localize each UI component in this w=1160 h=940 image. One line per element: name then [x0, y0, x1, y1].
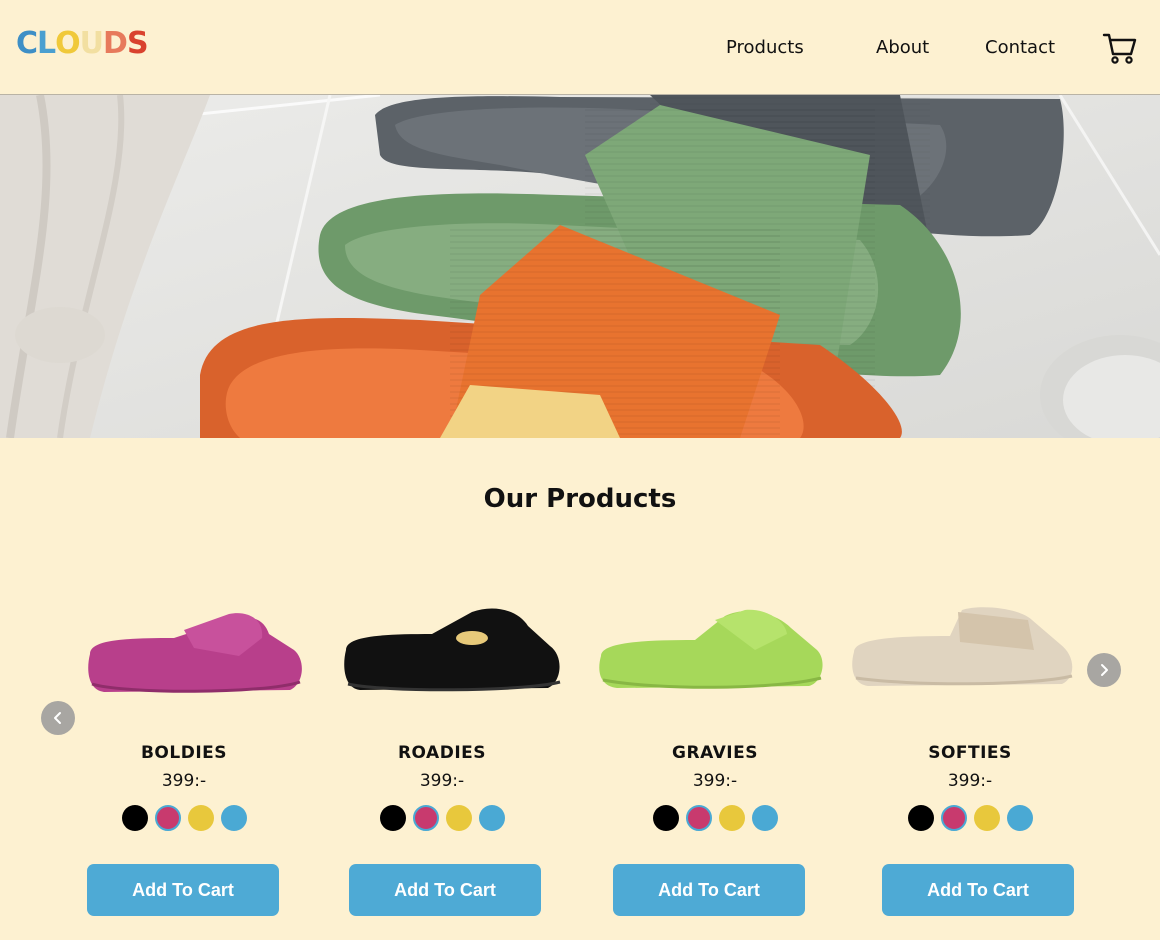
product-card: BOLDIES 399:- Add To Cart [64, 590, 304, 920]
swatch-black[interactable] [907, 805, 934, 831]
product-name: BOLDIES [140, 743, 228, 763]
product-name: ROADIES [397, 743, 487, 763]
swatch-blue[interactable] [478, 805, 505, 831]
color-swatches [595, 805, 835, 831]
logo-letter: U [79, 26, 104, 61]
swatch-pink[interactable] [940, 805, 967, 831]
logo-letter: L [37, 26, 56, 61]
product-price: 399:- [161, 771, 207, 791]
product-image-slide[interactable] [595, 590, 835, 710]
nav-products[interactable]: Products [726, 37, 804, 58]
swatch-blue[interactable] [751, 805, 778, 831]
add-to-cart-button[interactable]: Add To Cart [87, 864, 279, 916]
swatch-blue[interactable] [220, 805, 247, 831]
carousel-next-button[interactable] [1087, 653, 1121, 687]
site-header: CLOUDS Products About Contact [0, 0, 1160, 94]
swatch-yellow[interactable] [718, 805, 745, 831]
logo[interactable]: CLOUDS [16, 26, 149, 61]
swatch-black[interactable] [652, 805, 679, 831]
swatch-yellow[interactable] [445, 805, 472, 831]
add-to-cart-button[interactable]: Add To Cart [882, 864, 1074, 916]
color-swatches [64, 805, 304, 831]
nav-contact[interactable]: Contact [985, 37, 1055, 58]
logo-letter: O [55, 26, 80, 61]
swatch-black[interactable] [379, 805, 406, 831]
logo-letter: C [16, 26, 38, 61]
section-title: Our Products [483, 484, 677, 514]
swatch-black[interactable] [121, 805, 148, 831]
add-to-cart-button[interactable]: Add To Cart [613, 864, 805, 916]
cart-icon[interactable] [1102, 30, 1138, 66]
product-image-slide[interactable] [322, 590, 562, 710]
product-card: GRAVIES 399:- Add To Cart [595, 590, 835, 920]
product-image-slide[interactable] [850, 590, 1090, 710]
product-card: ROADIES 399:- Add To Cart [322, 590, 562, 920]
nav-about[interactable]: About [876, 37, 929, 58]
swatch-pink[interactable] [412, 805, 439, 831]
logo-letter: D [103, 26, 128, 61]
swatch-yellow[interactable] [187, 805, 214, 831]
product-price: 399:- [692, 771, 738, 791]
product-price: 399:- [419, 771, 465, 791]
add-to-cart-button[interactable]: Add To Cart [349, 864, 541, 916]
chevron-right-icon [1101, 664, 1108, 676]
product-name: GRAVIES [672, 743, 758, 763]
product-name: SOFTIES [928, 743, 1012, 763]
product-price: 399:- [947, 771, 993, 791]
hero-image [0, 94, 1160, 438]
hero-sandals-illustration [0, 95, 1160, 438]
swatch-yellow[interactable] [973, 805, 1000, 831]
swatch-blue[interactable] [1006, 805, 1033, 831]
swatch-pink[interactable] [154, 805, 181, 831]
color-swatches [322, 805, 562, 831]
color-swatches [850, 805, 1090, 831]
logo-letter: S [126, 26, 149, 61]
swatch-pink[interactable] [685, 805, 712, 831]
product-card: SOFTIES 399:- Add To Cart [850, 590, 1090, 920]
product-image-slide[interactable] [64, 590, 304, 710]
